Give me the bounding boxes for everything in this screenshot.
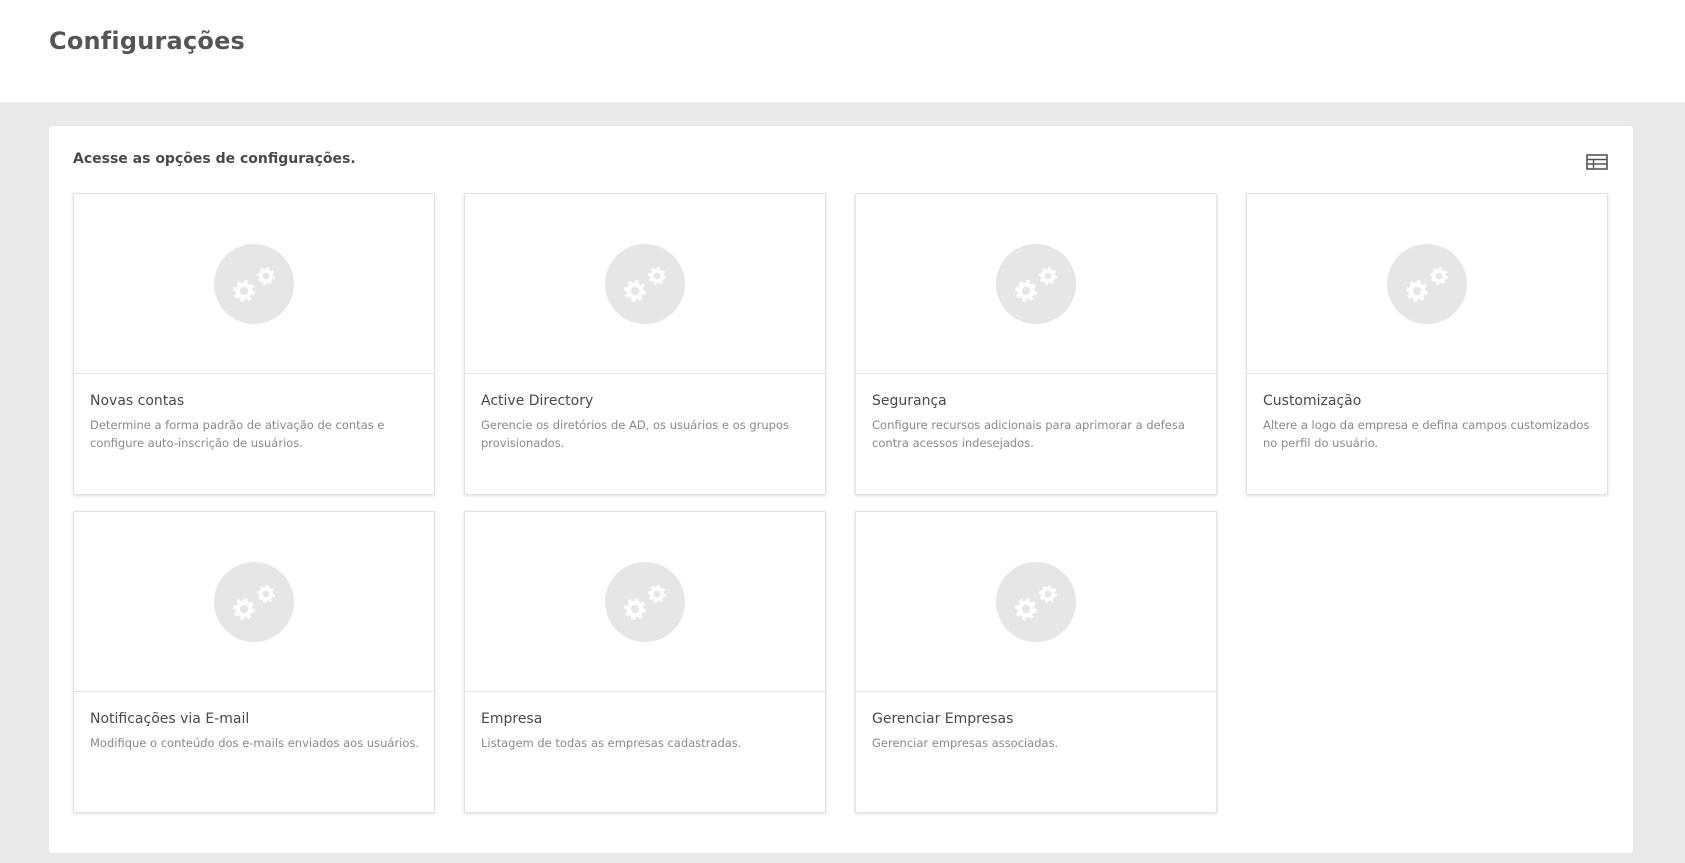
card-notificacoes-email[interactable]: Notificações via E-mail Modifique o cont… <box>73 511 435 813</box>
page-title: Configurações <box>49 27 246 55</box>
gear-small-hole <box>1044 590 1052 598</box>
card-title: Novas contas <box>90 393 185 409</box>
card-media <box>856 194 1216 374</box>
card-title: Gerenciar Empresas <box>872 711 1014 727</box>
gears-icon <box>605 244 685 324</box>
gears-icon <box>214 562 294 642</box>
card-media <box>856 512 1216 692</box>
card-title: Customização <box>1263 393 1362 409</box>
gear-large-hole <box>239 604 249 614</box>
card-seguranca[interactable]: Segurança Configure recursos adicionais … <box>855 193 1217 495</box>
card-description: Gerenciar empresas associadas. <box>872 736 1059 750</box>
gears-icon <box>1387 244 1467 324</box>
gears-icon <box>996 562 1076 642</box>
gear-small-hole <box>262 272 270 280</box>
card-description: Modifique o conteúdo dos e-mails enviado… <box>90 736 420 750</box>
card-gerenciar-empresas[interactable]: Gerenciar Empresas Gerenciar empresas as… <box>855 511 1217 813</box>
gear-small-hole <box>1044 272 1052 280</box>
panel-subtitle: Acesse as opções de configurações. <box>73 151 356 167</box>
card-description: Gerencie os diretórios de AD, os usuário… <box>481 418 789 450</box>
card-description: Listagem de todas as empresas cadastrada… <box>481 736 742 750</box>
table-view-icon[interactable] <box>1586 153 1608 171</box>
gear-large-hole <box>1412 286 1422 296</box>
card-title: Empresa <box>481 711 543 727</box>
gear-small-hole <box>653 272 661 280</box>
card-media <box>1247 194 1607 374</box>
card-description: Determine a forma padrão de ativação de … <box>90 418 385 450</box>
gear-large-hole <box>239 286 249 296</box>
card-title: Segurança <box>872 393 947 409</box>
card-title: Active Directory <box>481 393 594 409</box>
card-title: Notificações via E-mail <box>90 711 250 727</box>
gear-small-hole <box>1435 272 1443 280</box>
gears-icon <box>214 244 294 324</box>
card-description: Altere a logo da empresa e defina campos… <box>1263 418 1590 450</box>
gear-large-hole <box>1021 604 1031 614</box>
gear-small-hole <box>653 590 661 598</box>
card-media <box>465 194 825 374</box>
gears-icon <box>605 562 685 642</box>
page-header: Configurações <box>0 0 1685 102</box>
gear-large-hole <box>1021 286 1031 296</box>
card-customizacao[interactable]: Customização Altere a logo da empresa e … <box>1246 193 1608 495</box>
gear-large-hole <box>630 286 640 296</box>
gear-small-hole <box>262 590 270 598</box>
card-active-directory[interactable]: Active Directory Gerencie os diretórios … <box>464 193 826 495</box>
card-media <box>465 512 825 692</box>
settings-panel: Acesse as opções de configurações. Novas… <box>49 126 1633 853</box>
card-description: Configure recursos adicionais para aprim… <box>872 418 1185 450</box>
card-novas-contas[interactable]: Novas contas Determine a forma padrão de… <box>73 193 435 495</box>
card-media <box>74 512 434 692</box>
card-media <box>74 194 434 374</box>
card-empresa[interactable]: Empresa Listagem de todas as empresas ca… <box>464 511 826 813</box>
gears-icon <box>996 244 1076 324</box>
gear-large-hole <box>630 604 640 614</box>
